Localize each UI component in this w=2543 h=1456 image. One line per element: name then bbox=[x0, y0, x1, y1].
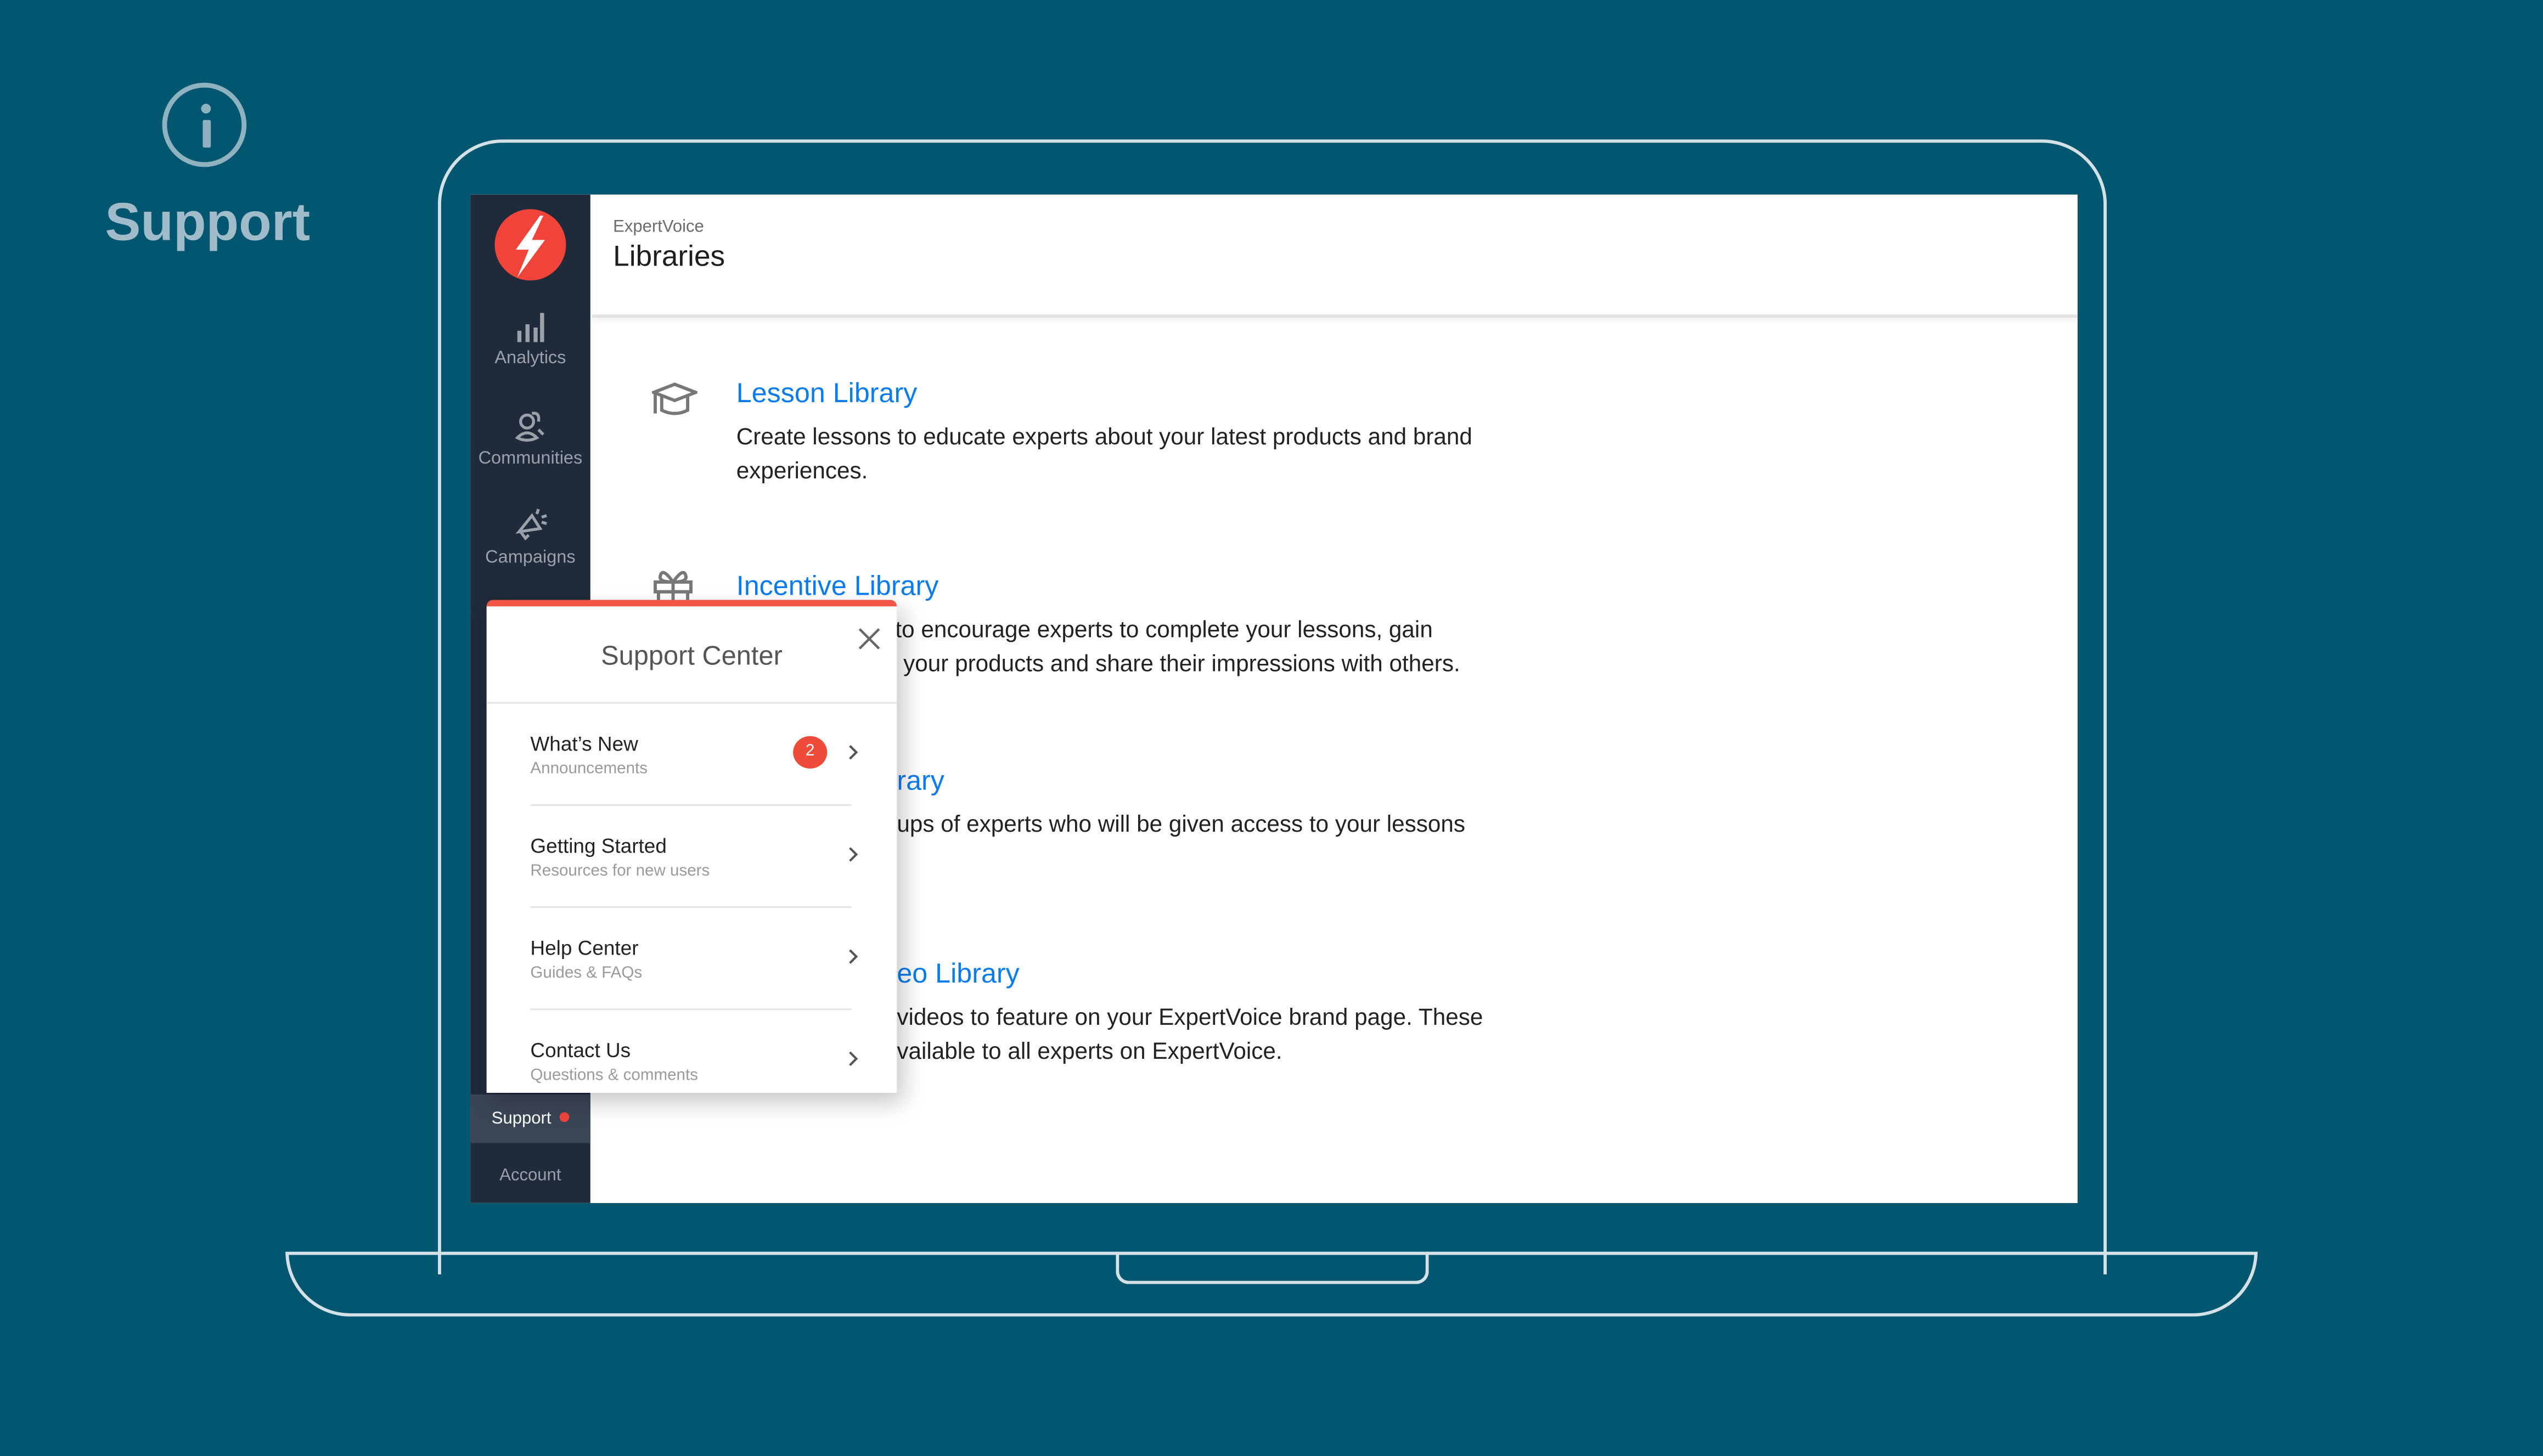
chevron-right-icon bbox=[849, 949, 858, 964]
close-icon[interactable] bbox=[856, 626, 882, 652]
sidebar-item-communities[interactable]: Communities bbox=[470, 409, 590, 469]
item-title: What’s New bbox=[530, 732, 638, 756]
incentive-library-description-line2: your products and share their impression… bbox=[903, 652, 1460, 678]
video-library-description-line2: vailable to all experts on ExpertVoice. bbox=[897, 1039, 1282, 1065]
video-library-link[interactable]: eo Library bbox=[897, 958, 1019, 991]
sidebar-item-label: Account bbox=[499, 1165, 561, 1186]
support-item-help-center[interactable]: Help Center Guides & FAQs bbox=[487, 908, 897, 1011]
video-library-description-line1: videos to feature on your ExpertVoice br… bbox=[897, 1005, 1483, 1031]
item-subtitle: Guides & FAQs bbox=[530, 964, 643, 983]
item-title: Getting Started bbox=[530, 835, 667, 858]
lesson-library-link[interactable]: Lesson Library bbox=[736, 378, 918, 410]
graduation-cap-icon bbox=[652, 382, 697, 415]
incentive-library-description-line1: to encourage experts to complete your le… bbox=[895, 618, 1433, 644]
lesson-library-description: Create lessons to educate experts about … bbox=[736, 425, 1472, 485]
chevron-right-icon bbox=[849, 847, 858, 862]
bar-chart-icon bbox=[517, 313, 544, 342]
users-icon bbox=[515, 411, 544, 442]
page-header: ExpertVoice Libraries bbox=[592, 195, 2078, 318]
support-item-whats-new[interactable]: What’s New Announcements 2 bbox=[487, 704, 897, 806]
notification-dot bbox=[559, 1112, 570, 1122]
sidebar-item-label: Analytics bbox=[494, 348, 566, 368]
library-link-3[interactable]: rary bbox=[897, 765, 944, 798]
support-item-getting-started[interactable]: Getting Started Resources for new users bbox=[487, 806, 897, 908]
sidebar-item-account[interactable]: Account bbox=[470, 1151, 590, 1200]
sidebar-item-analytics[interactable]: Analytics bbox=[470, 308, 590, 368]
slide-label: Support bbox=[105, 191, 311, 252]
slide: Support Analytics Communities Campaigns … bbox=[0, 0, 2543, 1456]
library-description-3: ups of experts who will be given access … bbox=[897, 812, 1466, 838]
support-center-popup: Support Center What’s New Announcements … bbox=[486, 600, 897, 1093]
megaphone-icon bbox=[515, 509, 547, 541]
sidebar-item-campaigns[interactable]: Campaigns bbox=[470, 507, 590, 567]
item-title: Contact Us bbox=[530, 1039, 631, 1062]
notification-badge: 2 bbox=[793, 736, 828, 769]
laptop-notch bbox=[1116, 1251, 1429, 1284]
item-subtitle: Resources for new users bbox=[530, 862, 710, 881]
popup-title: Support Center bbox=[601, 642, 783, 671]
chevron-right-icon bbox=[849, 1051, 858, 1066]
app-screen: Analytics Communities Campaigns Support … bbox=[470, 194, 2078, 1203]
expertvoice-logo[interactable] bbox=[494, 209, 566, 281]
item-subtitle: Questions & comments bbox=[530, 1066, 698, 1085]
item-subtitle: Announcements bbox=[530, 760, 648, 778]
chevron-right-icon bbox=[849, 745, 858, 760]
support-item-contact-us[interactable]: Contact Us Questions & comments bbox=[487, 1010, 897, 1112]
info-icon bbox=[162, 82, 247, 167]
breadcrumb[interactable]: ExpertVoice bbox=[613, 217, 704, 236]
incentive-library-link[interactable]: Incentive Library bbox=[736, 571, 939, 603]
sidebar-item-label: Campaigns bbox=[485, 548, 576, 568]
sidebar-item-label: Communities bbox=[478, 449, 583, 469]
item-title: Help Center bbox=[530, 937, 639, 960]
page-title: Libraries bbox=[613, 240, 725, 273]
